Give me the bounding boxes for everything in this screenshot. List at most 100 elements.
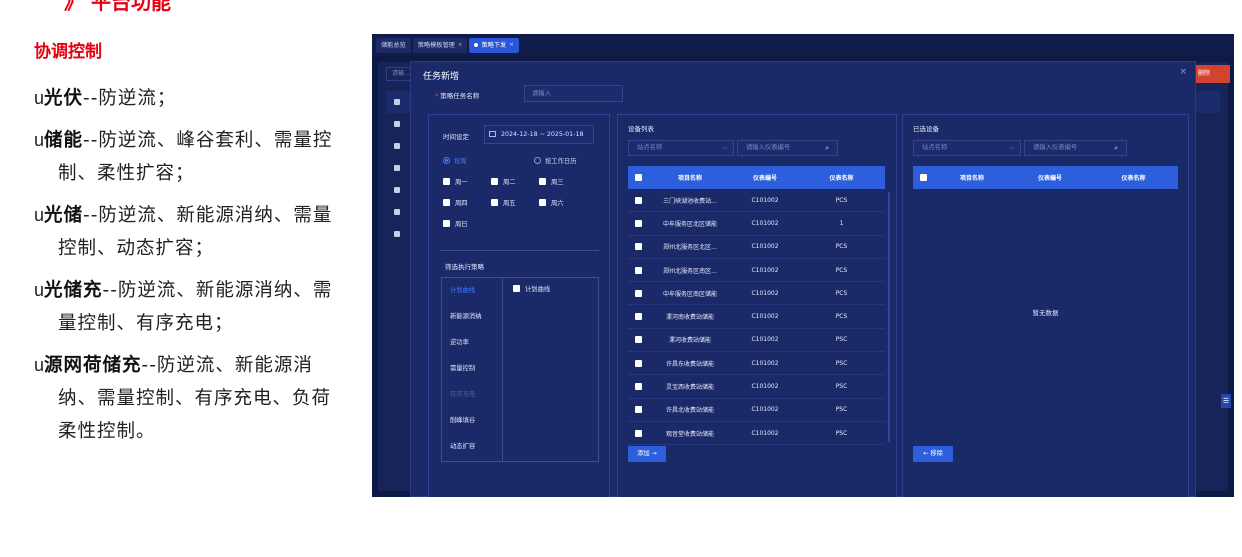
strategy-item[interactable]: 动态扩容	[442, 434, 502, 460]
filter-icon[interactable]: ☰	[1221, 394, 1231, 408]
bullet-desc: --防逆流、峰谷套利、需量控制、柔性扩容；	[58, 130, 333, 184]
remove-button[interactable]: ← 移除	[913, 446, 953, 462]
row-checkbox[interactable]	[628, 336, 648, 344]
search-icon[interactable]: ⌕	[825, 141, 829, 155]
meter-search-input[interactable]: 请输入仪表编号 ⌕	[737, 140, 838, 156]
row-checkbox[interactable]	[394, 121, 400, 127]
station-select-placeholder: 站点名称	[922, 144, 948, 151]
table-row	[386, 113, 406, 135]
checkbox-icon	[634, 429, 642, 437]
strategy-item[interactable]: 新能源消纳	[442, 304, 502, 330]
radio-icon	[534, 157, 541, 164]
row-checkbox[interactable]	[394, 143, 400, 149]
strategy-item[interactable]: 逆功率	[442, 330, 502, 356]
weekday-checkbox-thu[interactable]: 周四	[443, 198, 468, 207]
device-table: 项目名称 仪表编号 仪表名称 三门峡湖池收费站... C101002 PCS 中牟服务…	[628, 166, 885, 446]
checkbox-icon	[634, 196, 642, 204]
station-select[interactable]: 站点名称 ⌵	[628, 140, 734, 156]
weekday-checkbox-mon[interactable]: 周一	[443, 177, 468, 186]
table-header: 项目名称 仪表编号 仪表名称	[628, 166, 885, 189]
tab-close-icon[interactable]: ×	[458, 38, 463, 53]
weekday-checkbox-sun[interactable]: 周日	[443, 219, 468, 228]
plan-curve-checkbox[interactable]: 计划曲线	[513, 284, 550, 293]
weekday-checkbox-sat[interactable]: 周六	[539, 198, 564, 207]
background-delete-button[interactable]: 删除	[1194, 65, 1230, 83]
tab-strategy-dispatch[interactable]: 策略下发 ×	[469, 37, 519, 53]
meter-search-input[interactable]: 请输入仪表编号 ⌕	[1024, 140, 1127, 156]
table-scrollbar[interactable]	[888, 192, 890, 442]
cell-project-name: 漯河收费站储能	[668, 337, 711, 345]
table-row[interactable]: 中牟服务区北区储能 C101002 1	[628, 212, 885, 236]
section-title: 》 平台功能	[64, 0, 171, 14]
row-checkbox[interactable]	[628, 243, 648, 251]
weekday-checkbox-wed[interactable]: 周三	[539, 177, 564, 186]
date-range-picker[interactable]: 2024-12-18 ~ 2025-01-18	[484, 125, 594, 144]
strategy-item[interactable]: 需量控制	[442, 356, 502, 382]
task-name-input[interactable]: 请输入	[524, 85, 623, 102]
cell-project-name: 中牟服务区北区储能	[662, 220, 717, 228]
row-checkbox[interactable]	[394, 165, 400, 171]
checkbox-icon	[634, 359, 642, 367]
table-row[interactable]: 三门峡湖池收费站... C101002 PCS	[628, 189, 885, 213]
row-checkbox[interactable]	[628, 219, 648, 227]
checkbox-icon	[634, 289, 642, 297]
cell-meter-name: PSC	[835, 359, 848, 367]
cell-project-name: 许昌北收费站储能	[665, 407, 714, 415]
column-header-meter-name: 仪表名称	[829, 175, 854, 182]
tab-label: 储能总览	[381, 41, 406, 49]
chevron-down-icon: ⌵	[1009, 144, 1014, 151]
tab-strategy-template[interactable]: 策略模板管理 ×	[412, 37, 468, 53]
weekday-label: 周二	[503, 179, 516, 186]
cell-meter-name: PCS	[835, 289, 848, 297]
row-checkbox[interactable]	[628, 289, 648, 297]
strategy-item[interactable]: 计划曲线	[442, 278, 502, 304]
radio-by-calendar[interactable]: 按工作日历	[534, 156, 576, 165]
row-checkbox[interactable]	[628, 266, 648, 274]
table-row[interactable]: 灵宝西收费站储能 C101002 PSC	[628, 375, 885, 399]
bullet-name: 光伏	[44, 88, 84, 109]
active-dot-icon	[474, 43, 479, 47]
row-checkbox[interactable]	[394, 99, 400, 105]
table-row[interactable]: 郑州北服务区北区... C101002 PCS	[628, 236, 885, 259]
cell-project-name: 中牟服务区南区储能	[662, 290, 717, 298]
table-row[interactable]: 郑州北服务区南区... C101002 PCS	[628, 259, 885, 283]
table-row[interactable]: 漯河收费站储能 C101002 PSC	[628, 329, 885, 353]
cell-project-name: 郑州北服务区南区...	[663, 267, 717, 275]
row-checkbox[interactable]	[628, 313, 648, 321]
weekday-checkbox-tue[interactable]: 周二	[491, 177, 516, 186]
search-icon[interactable]: ⌕	[1114, 141, 1118, 155]
radio-by-week[interactable]: 按周	[443, 156, 467, 165]
strategy-item[interactable]: 削峰填谷	[442, 408, 502, 434]
station-select[interactable]: 站点名称 ⌵	[913, 140, 1021, 156]
row-checkbox[interactable]	[628, 359, 648, 367]
select-all-checkbox[interactable]	[913, 174, 933, 181]
table-row[interactable]: 许昌东收费站储能 C101002 PSC	[628, 352, 885, 376]
table-row[interactable]: 漯河南收费站储能 C101002 PCS	[628, 305, 885, 329]
row-checkbox[interactable]	[628, 196, 648, 204]
row-checkbox[interactable]	[394, 209, 400, 215]
cell-meter-id: C101002	[751, 359, 779, 367]
checkbox-icon	[634, 313, 642, 321]
row-checkbox[interactable]	[628, 383, 648, 391]
cell-meter-name: PCS	[835, 243, 848, 251]
table-row[interactable]: 观音堂收费站储能 C101002 PSC	[628, 422, 885, 446]
checkbox-icon	[443, 199, 450, 206]
tab-storage-overview[interactable]: 储能总览	[376, 37, 411, 53]
weekday-checkbox-fri[interactable]: 周五	[491, 198, 516, 207]
table-row[interactable]: 许昌北收费站储能 C101002 PSC	[628, 399, 885, 422]
select-all-checkbox[interactable]	[628, 174, 648, 181]
row-checkbox[interactable]	[628, 406, 648, 414]
cell-project-name: 许昌东收费站储能	[665, 360, 714, 368]
tab-close-icon[interactable]: ×	[509, 38, 514, 53]
table-row[interactable]: 中牟服务区南区储能 C101002 PCS	[628, 282, 885, 306]
cell-meter-name: PSC	[835, 429, 848, 437]
row-checkbox[interactable]	[628, 429, 648, 437]
row-checkbox[interactable]	[394, 231, 400, 237]
selected-device-title: 已选设备	[913, 125, 939, 133]
add-button[interactable]: 添加 →	[628, 446, 666, 462]
radio-label: 按周	[454, 158, 467, 165]
row-checkbox[interactable]	[394, 187, 400, 193]
cell-meter-name: 1	[839, 219, 844, 227]
close-icon[interactable]: ×	[1179, 67, 1187, 77]
empty-state-text: 暂无数据	[1032, 309, 1059, 317]
